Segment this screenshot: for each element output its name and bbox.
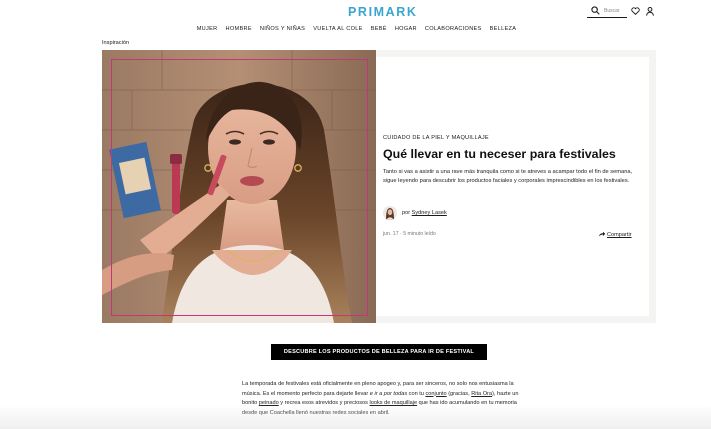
body-emphasis: e ir a por todas — [369, 390, 408, 397]
wishlist-heart-icon[interactable] — [631, 7, 640, 15]
nav-item-bebe[interactable]: BEBÉ — [371, 26, 387, 32]
author-link[interactable]: Sydney Lasek — [412, 210, 447, 216]
article-read-time: 5 minuto leído — [403, 231, 436, 237]
author-byline: por Sydney Lasek — [402, 210, 447, 216]
body-text-2: con tu — [407, 390, 426, 397]
nav-item-belleza[interactable]: BELLEZA — [490, 26, 517, 32]
link-looks-maquillaje[interactable]: looks de maquillaje — [370, 400, 418, 406]
nav-item-mujer[interactable]: MUJER — [197, 26, 218, 32]
nav-item-ninos-ninas[interactable]: NIÑOS Y NIÑAS — [260, 26, 305, 32]
link-peinado[interactable]: peinado — [259, 400, 279, 406]
site-header: PRIMARK MUJER HOMBRE NIÑOS Y NIÑAS VUELT… — [0, 0, 711, 40]
nav-item-colaboraciones[interactable]: COLABORACIONES — [425, 26, 482, 32]
brand-logo[interactable]: PRIMARK — [348, 5, 418, 19]
share-arrow-icon — [598, 231, 606, 237]
article-date: jun. 17 — [383, 231, 399, 237]
share-button[interactable]: Compartir — [598, 231, 632, 238]
author-avatar[interactable] — [383, 206, 397, 220]
search-box[interactable] — [587, 5, 627, 18]
search-icon[interactable] — [591, 6, 600, 15]
hero-photo — [102, 50, 376, 323]
link-conjunto[interactable]: conjunto — [425, 391, 446, 397]
meta-separator: · — [400, 231, 402, 237]
body-text-5: y recrea esos atrevidos y preciosos — [278, 400, 370, 407]
nav-item-hombre[interactable]: HOMBRE — [226, 26, 252, 32]
main-nav: MUJER HOMBRE NIÑOS Y NIÑAS VUELTA AL COL… — [0, 26, 711, 32]
shop-beauty-cta-button[interactable]: DESCUBRE LOS PRODUCTOS DE BELLEZA PARA I… — [271, 344, 487, 360]
nav-item-vuelta-al-cole[interactable]: VUELTA AL COLE — [313, 26, 363, 32]
article-meta: jun. 17 · 5 minuto leído — [383, 231, 436, 237]
article-lead: Tanto si vas a asistir a una rave más tr… — [383, 169, 633, 185]
share-label: Compartir — [607, 232, 632, 238]
article-info-panel — [376, 57, 649, 316]
body-text-3: (gracias, — [446, 390, 472, 397]
article-title: Qué llevar en tu neceser para festivales — [383, 147, 616, 161]
link-rita-ora[interactable]: Rita Ora — [471, 391, 492, 397]
breadcrumb[interactable]: Inspiración — [102, 40, 129, 46]
article-category[interactable]: CUIDADO DE LA PIEL Y MAQUILLAJE — [383, 135, 489, 141]
article-body-paragraph: La temporada de festivales está oficialm… — [242, 380, 528, 418]
by-prefix: por — [402, 210, 411, 216]
account-user-icon[interactable] — [646, 7, 654, 16]
search-input[interactable] — [604, 5, 627, 17]
nav-item-hogar[interactable]: HOGAR — [395, 26, 417, 32]
